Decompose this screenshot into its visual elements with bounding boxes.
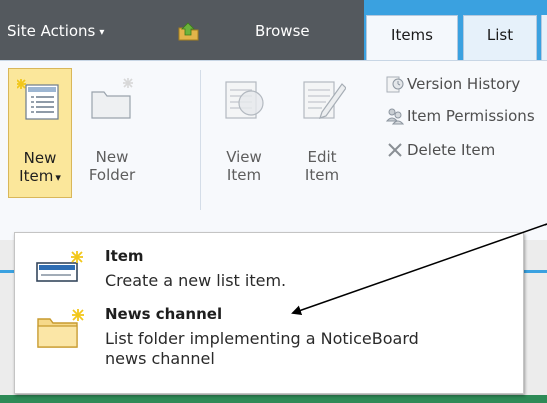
view-item-label: View Item (212, 148, 276, 184)
tab-items[interactable]: Items (366, 15, 458, 61)
menu-item-item[interactable]: Item Create a new list item. (15, 233, 523, 303)
tab-items-label: Items (391, 26, 433, 44)
status-bar (0, 395, 547, 403)
menu-item-news-channel[interactable]: News channel List folder implementing a … (15, 305, 523, 391)
navigate-up-icon[interactable] (178, 21, 200, 41)
version-history-icon (386, 76, 404, 93)
sharepoint-ribbon-screenshot: Site Actions ▾ Browse Items List New Ite… (0, 0, 547, 403)
new-folder-button[interactable]: New Folder (80, 68, 144, 198)
menu-item-title: Item (105, 247, 144, 265)
edit-item-icon (303, 81, 346, 119)
tab-list-label: List (486, 26, 514, 44)
list-item-icon (36, 251, 83, 282)
view-item-button[interactable]: View Item (212, 68, 276, 198)
menu-item-description: Create a new list item. (105, 271, 287, 290)
new-folder-line2: Folder (88, 166, 136, 184)
new-folder-icon (91, 78, 133, 119)
site-actions-menu[interactable]: Site Actions ▾ (7, 22, 104, 40)
tab-list[interactable]: List (463, 15, 537, 61)
edit-item-line2: Item (304, 166, 340, 184)
edit-item-line1: Edit (307, 148, 337, 166)
ribbon-separator (200, 70, 201, 210)
new-folder-line1: New (95, 148, 129, 166)
view-item-line1: View (226, 148, 262, 166)
new-item-label: New Item ▾ (9, 149, 71, 187)
item-permissions-icon (385, 108, 405, 125)
edit-item-button[interactable]: Edit Item (290, 68, 354, 198)
new-item-button[interactable]: New Item ▾ (8, 68, 72, 198)
menu-item-title: News channel (105, 305, 223, 323)
chevron-down-icon: ▾ (55, 171, 61, 184)
edit-item-label: Edit Item (290, 148, 354, 184)
site-actions-label: Site Actions (7, 22, 96, 40)
delete-item-label: Delete Item (407, 141, 496, 159)
new-folder-label: New Folder (80, 148, 144, 184)
item-permissions-label: Item Permissions (407, 107, 535, 125)
menu-item-description: List folder implementing a NoticeBoard n… (105, 329, 419, 368)
version-history-label: Version History (407, 75, 521, 93)
chevron-down-icon: ▾ (99, 27, 105, 38)
tab-browse[interactable]: Browse (255, 22, 310, 40)
new-item-dropdown-menu: Item Create a new list item. News channe… (14, 232, 524, 394)
delete-icon (388, 143, 402, 157)
new-item-line1: New (23, 149, 57, 167)
folder-icon (37, 309, 84, 348)
new-item-icon (17, 79, 59, 120)
view-item-line2: Item (226, 166, 262, 184)
tab-overflow-edge (541, 15, 547, 61)
view-item-icon (225, 81, 264, 119)
new-item-line2: Item (19, 167, 54, 185)
